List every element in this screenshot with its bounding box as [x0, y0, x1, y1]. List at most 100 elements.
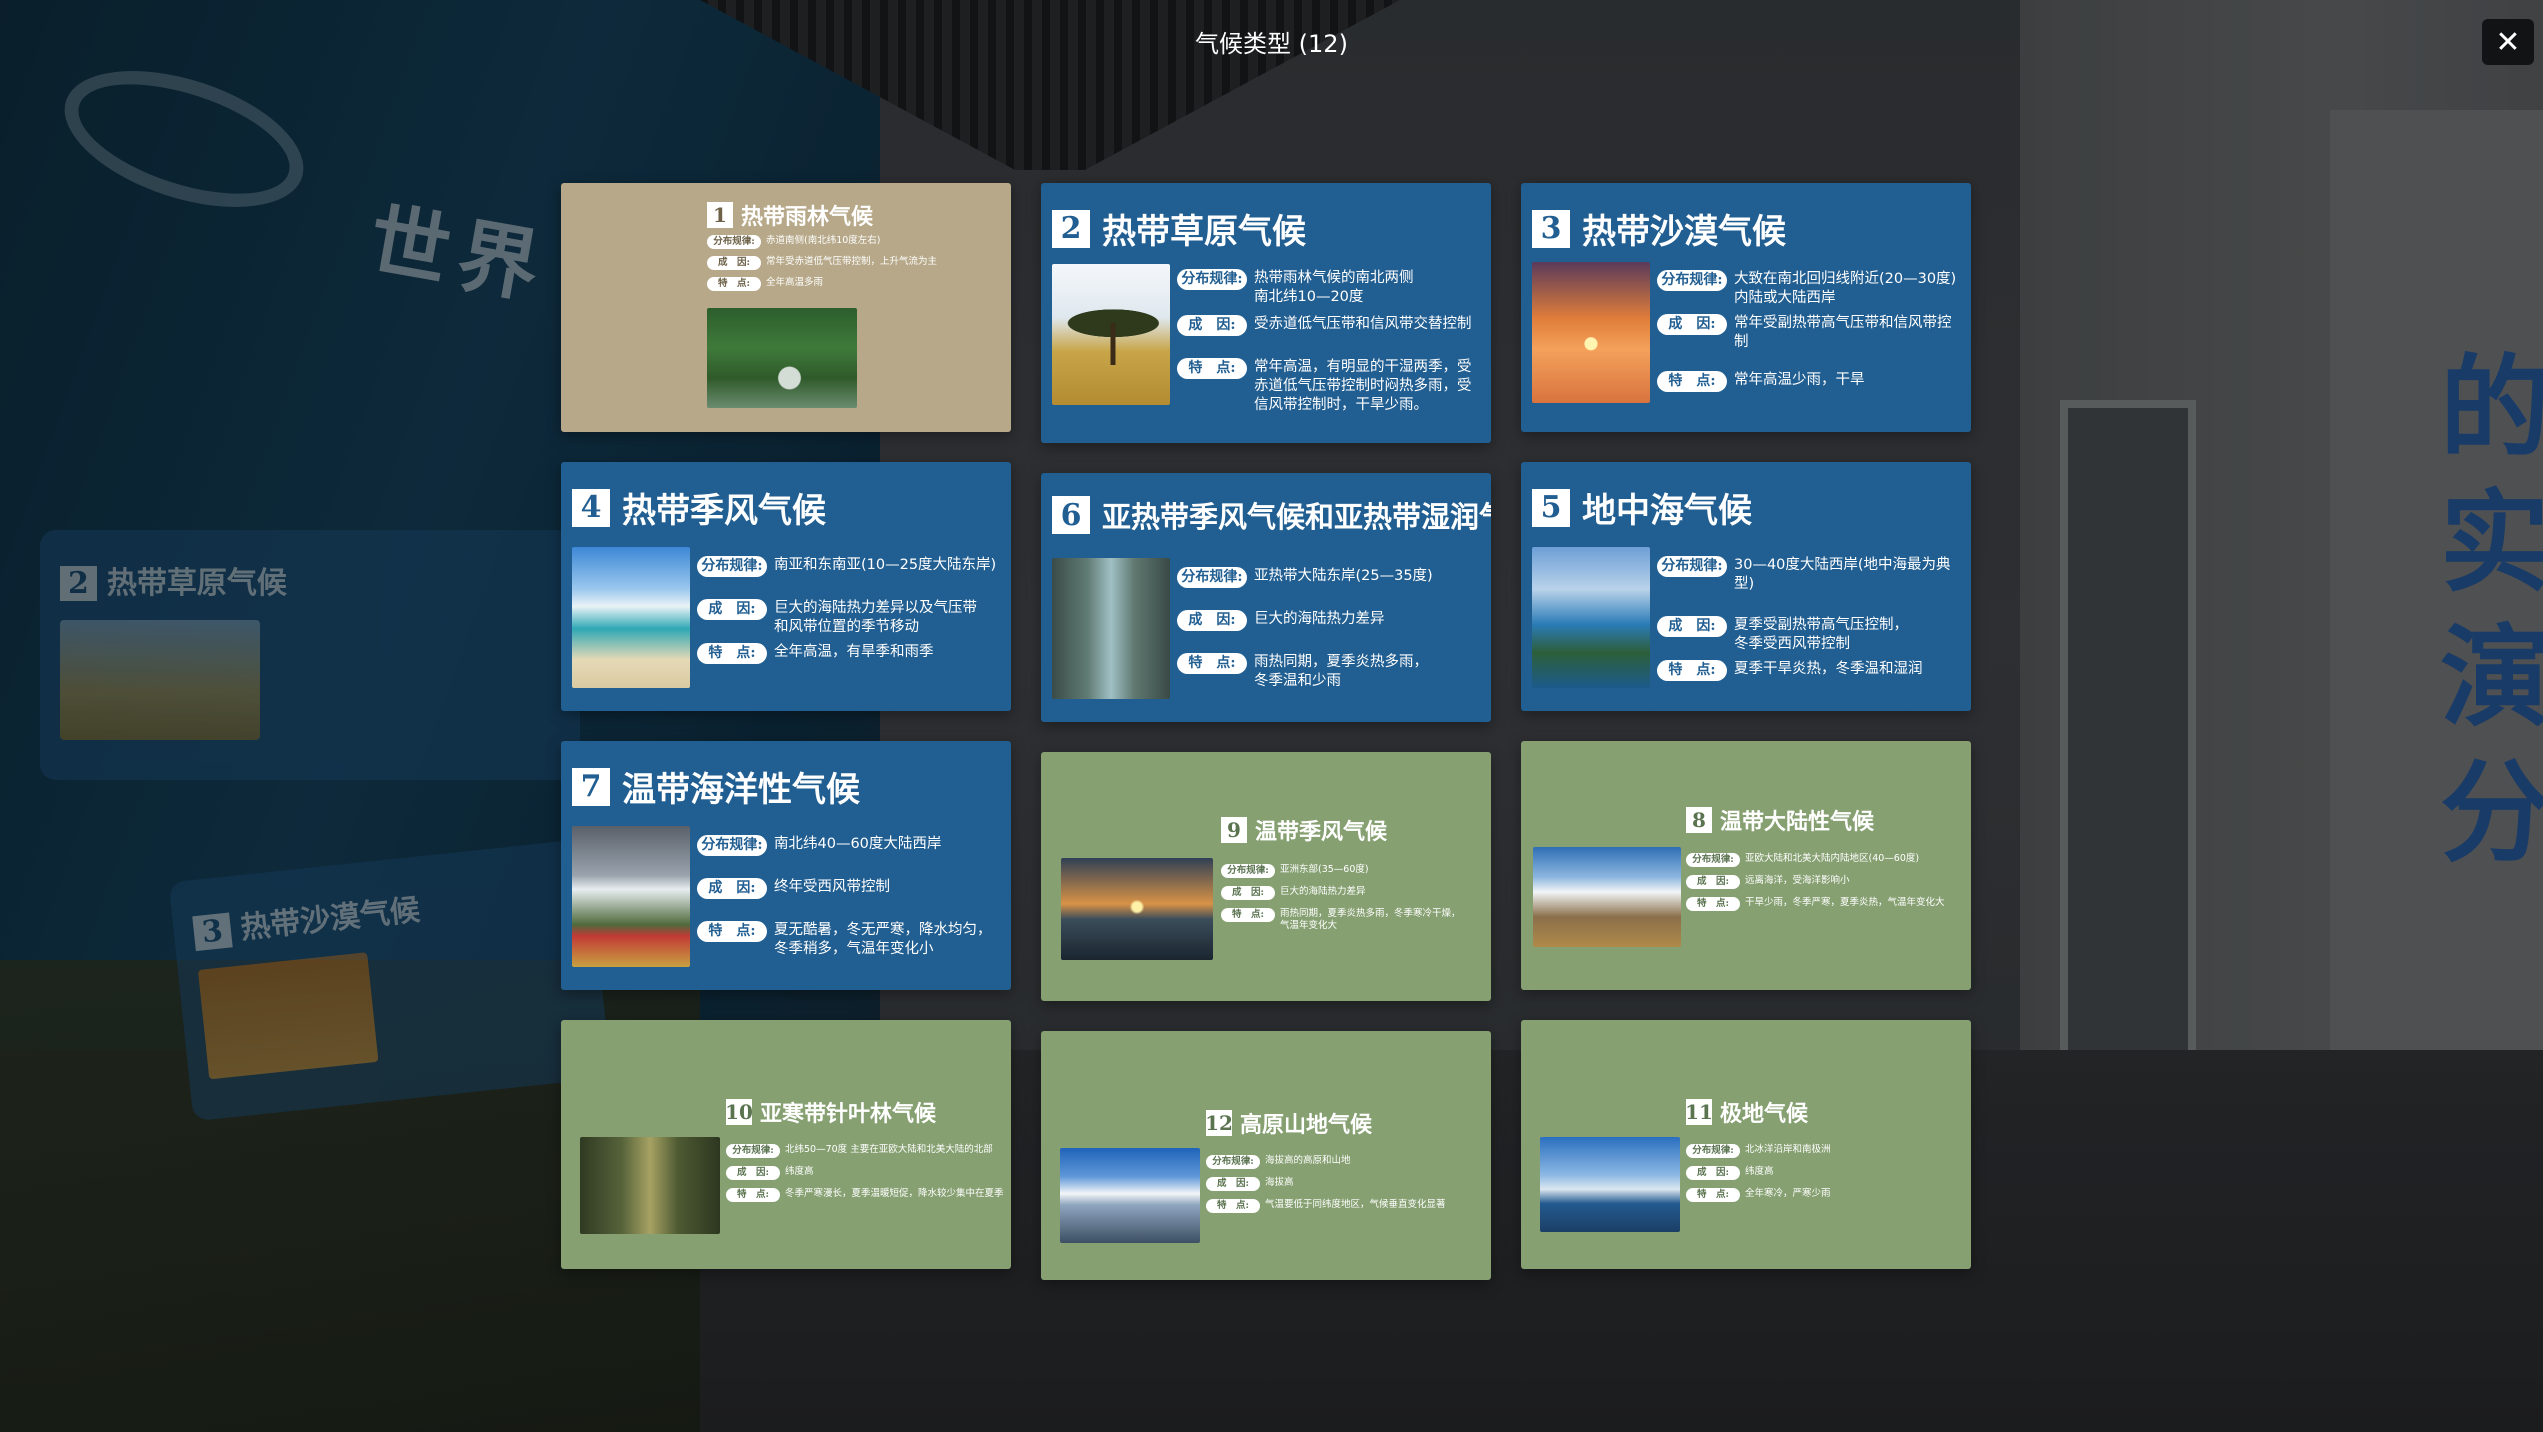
feature-value: 全年寒冷，严寒少雨 [1745, 1188, 1831, 1199]
dist-label: 分布规律: [1657, 270, 1727, 291]
feature-value: 干旱少雨，冬季严寒，夏季炎热，气温年变化大 [1745, 897, 1945, 908]
card-number: 5 [1532, 488, 1570, 527]
climate-card-5[interactable]: 5 地中海气候 分布规律: 30—40度大陆西岸(地中海最为典型) 成 因: 夏季受… [1521, 462, 1971, 711]
dist-value: 亚欧大陆和北美大陆内陆地区(40—60度) [1745, 853, 1920, 864]
cause-label: 成 因: [1206, 1177, 1260, 1191]
dist-label: 分布规律: [1221, 864, 1275, 878]
dist-label: 分布规律: [707, 235, 761, 249]
dist-value: 亚热带大陆东岸(25—35度) [1254, 568, 1433, 584]
feature-value: 气温要低于同纬度地区，气候垂直变化显著 [1265, 1199, 1446, 1210]
cause-value: 海拔高 [1265, 1177, 1294, 1188]
cause-label: 成 因: [726, 1166, 780, 1180]
card-title: 2 热带草原气候 [1052, 204, 1306, 253]
feature-value: 夏季干旱炎热，冬季温和湿润 [1734, 661, 1923, 677]
feature-label: 特 点: [1206, 1199, 1260, 1213]
dist-label: 分布规律: [1177, 567, 1247, 588]
card-title: 6 亚热带季风气候和亚热带湿润气候 [1052, 494, 1491, 536]
card-title-text: 亚寒带针叶林气候 [760, 1101, 937, 1127]
feature-value: 常年高温少雨，干旱 [1734, 372, 1865, 388]
climate-card-6[interactable]: 6 亚热带季风气候和亚热带湿润气候 分布规律: 亚热带大陆东岸(25—35度) 成… [1041, 473, 1491, 722]
climate-card-10[interactable]: 10 亚寒带针叶林气候 分布规律: 北纬50—70度 主要在亚欧大陆和北美大陆的北… [561, 1020, 1011, 1269]
dist-label: 分布规律: [1686, 853, 1740, 867]
dist-label: 分布规律: [1657, 556, 1727, 577]
climate-card-9[interactable]: 9 温带季风气候 分布规律: 亚洲东部(35—60度) 成 因: 巨大的海陆热力差异… [1041, 752, 1491, 1001]
feature-value: 全年高温多雨 [766, 277, 824, 288]
card-title-text: 温带大陆性气候 [1720, 809, 1875, 835]
card-title-text: 热带雨林气候 [741, 204, 874, 230]
cause-value: 常年受赤道低气压带控制，上升气流为主 [766, 256, 938, 267]
taiga-photo [580, 1137, 720, 1234]
dist-value: 北纬50—70度 主要在亚欧大陆和北美大陆的北部 [785, 1144, 993, 1155]
savanna-photo [1052, 264, 1170, 405]
card-title-text: 地中海气候 [1582, 491, 1752, 531]
feature-label: 特 点: [1221, 908, 1275, 922]
feature-label: 特 点: [1177, 358, 1247, 379]
card-title: 7 温带海洋性气候 [572, 762, 860, 811]
dist-label: 分布规律: [697, 556, 767, 577]
card-title-text: 热带季风气候 [622, 491, 826, 531]
feature-value: 雨热同期，夏季炎热多雨，冬季寒冷干燥， 气温年变化大 [1280, 908, 1461, 931]
card-title: 4 热带季风气候 [572, 483, 826, 532]
card-title: 11 极地气候 [1685, 1096, 1808, 1128]
climate-card-1[interactable]: 1 热带雨林气候 分布规律: 赤道南侧(南北纬10度左右) 成 因: 常年受赤道低气… [561, 183, 1011, 432]
desert-photo [1532, 262, 1650, 403]
close-icon: ✕ [2495, 24, 2521, 60]
gorge-photo [1052, 558, 1170, 699]
feature-label: 特 点: [1657, 371, 1727, 392]
cause-value: 纬度高 [1745, 1166, 1774, 1177]
card-title-text: 温带季风气候 [1255, 819, 1388, 845]
dist-label: 分布规律: [1686, 1144, 1740, 1158]
card-title: 3 热带沙漠气候 [1532, 204, 1786, 253]
climate-card-4[interactable]: 4 热带季风气候 分布规律: 南亚和东南亚(10—25度大陆东岸) 成 因: 巨大的… [561, 462, 1011, 711]
cause-value: 巨大的海陆热力差异 [1280, 886, 1366, 897]
cause-value: 受赤道低气压带和信风带交替控制 [1254, 316, 1472, 332]
card-number: 1 [707, 202, 733, 228]
cause-label: 成 因: [1686, 1166, 1740, 1180]
cause-label: 成 因: [707, 256, 761, 270]
cause-label: 成 因: [1657, 314, 1727, 335]
cause-value: 终年受西风带控制 [774, 879, 890, 895]
feature-label: 特 点: [1686, 897, 1740, 911]
card-number: 2 [1052, 209, 1090, 248]
close-button[interactable]: ✕ [2482, 19, 2534, 65]
feature-label: 特 点: [726, 1188, 780, 1202]
card-title-text: 温带海洋性气候 [622, 770, 860, 810]
card-title: 8 温带大陆性气候 [1686, 804, 1874, 836]
card-title-text: 热带草原气候 [1102, 212, 1306, 252]
feature-label: 特 点: [1177, 653, 1247, 674]
dist-value: 30—40度大陆西岸(地中海最为典型) [1734, 557, 1951, 592]
card-number: 8 [1686, 807, 1712, 833]
card-title: 5 地中海气候 [1532, 483, 1752, 532]
dist-label: 分布规律: [697, 835, 767, 856]
cause-label: 成 因: [697, 878, 767, 899]
cause-label: 成 因: [697, 599, 767, 620]
feature-label: 特 点: [1686, 1188, 1740, 1202]
climate-card-8[interactable]: 8 温带大陆性气候 分布规律: 亚欧大陆和北美大陆内陆地区(40—60度) 成 因… [1521, 741, 1971, 990]
climate-card-7[interactable]: 7 温带海洋性气候 分布规律: 南北纬40—60度大陆西岸 成 因: 终年受西风带控… [561, 741, 1011, 990]
cause-label: 成 因: [1657, 616, 1727, 637]
dist-value: 南亚和东南亚(10—25度大陆东岸) [774, 557, 997, 573]
card-number: 3 [1532, 209, 1570, 248]
cause-value: 巨大的海陆热力差异以及气压带 和风带位置的季节移动 [774, 600, 977, 635]
dist-value: 热带雨林气候的南北两侧 南北纬10—20度 [1254, 270, 1414, 305]
feature-label: 特 点: [697, 921, 767, 942]
climate-card-12[interactable]: 12 高原山地气候 分布规律: 海拔高的高原和山地 成 因: 海拔高 特 点: 气温要… [1041, 1031, 1491, 1280]
rainforest-photo [707, 308, 857, 408]
card-number: 7 [572, 767, 610, 806]
feature-value: 夏无酷暑，冬无严寒，降水均匀， 冬季稍多，气温年变化小 [774, 922, 992, 957]
climate-card-3[interactable]: 3 热带沙漠气候 分布规律: 大致在南北回归线附近(20—30度) 内陆或大陆西岸… [1521, 183, 1971, 432]
feature-value: 雨热同期，夏季炎热多雨， 冬季温和少雨 [1254, 654, 1428, 689]
dist-label: 分布规律: [1177, 269, 1247, 290]
climate-card-2[interactable]: 2 热带草原气候 分布规律: 热带雨林气候的南北两侧 南北纬10—20度 成 因:… [1041, 183, 1491, 443]
polar-photo [1540, 1137, 1680, 1232]
dist-value: 海拔高的高原和山地 [1265, 1155, 1351, 1166]
beach-photo [572, 547, 690, 688]
cause-value: 常年受副热带高气压带和信风带控制 [1734, 315, 1952, 350]
dist-label: 分布规律: [1206, 1155, 1260, 1169]
dist-label: 分布规律: [726, 1144, 780, 1158]
card-title: 10 亚寒带针叶林气候 [725, 1096, 937, 1128]
climate-card-11[interactable]: 11 极地气候 分布规律: 北冰洋沿岸和南极洲 成 因: 纬度高 特 点: 全年寒冷，… [1521, 1020, 1971, 1269]
card-title-text: 热带沙漠气候 [1582, 212, 1786, 252]
card-number: 12 [1205, 1110, 1233, 1136]
cause-label: 成 因: [1177, 610, 1247, 631]
